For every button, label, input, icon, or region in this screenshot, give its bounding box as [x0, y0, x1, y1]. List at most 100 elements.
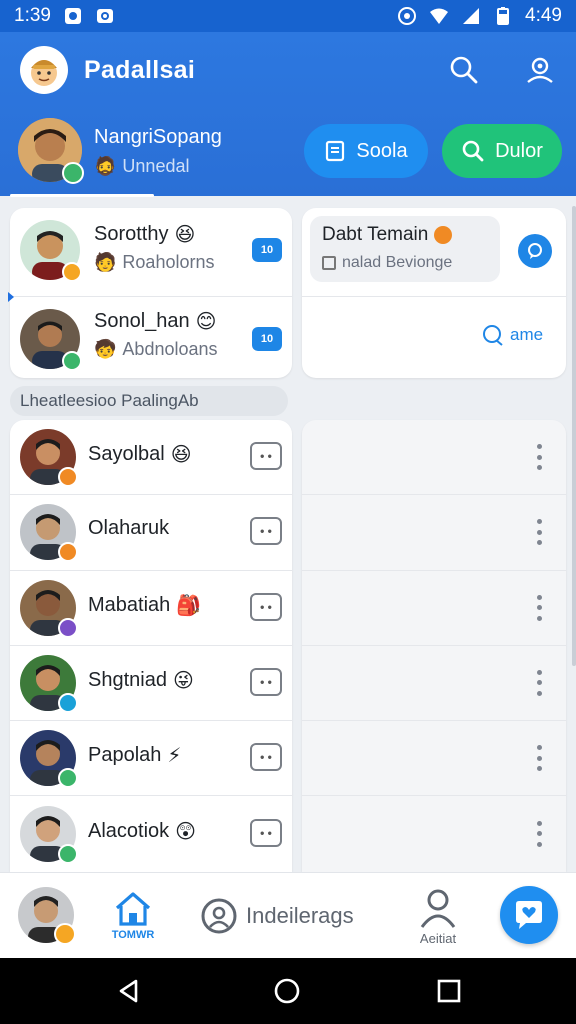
- recents-icon[interactable]: [436, 978, 462, 1004]
- account-icon: [527, 57, 553, 83]
- detail-row[interactable]: [302, 797, 566, 872]
- status-badge: [58, 843, 78, 864]
- profile-avatar[interactable]: [18, 118, 84, 184]
- status-badge: [58, 467, 78, 487]
- home-circle-icon[interactable]: [274, 978, 300, 1004]
- detail-row[interactable]: [302, 721, 566, 797]
- info-bubble[interactable]: Dabt Temain nalad Bevionge: [310, 216, 500, 282]
- chat-dots-icon: • •: [260, 674, 272, 689]
- more-options-icon[interactable]: [536, 820, 542, 847]
- detail-row[interactable]: [302, 495, 566, 571]
- message-button[interactable]: • •: [250, 517, 282, 546]
- nav-home[interactable]: TOMWR: [108, 889, 158, 949]
- more-options-icon[interactable]: [536, 745, 542, 772]
- more-options-icon[interactable]: [536, 594, 542, 621]
- search-button[interactable]: [446, 52, 482, 88]
- status-clock-right: 4:49: [525, 5, 562, 26]
- app-logo[interactable]: [20, 46, 68, 94]
- status-badge: [58, 542, 78, 563]
- wink-emoji-icon: 😜: [172, 669, 194, 692]
- nav-profile[interactable]: Aeitiat: [410, 887, 466, 951]
- bottom-nav: TOMWR Indeilerags Aeitiat: [0, 872, 576, 958]
- more-options-icon[interactable]: [536, 519, 542, 546]
- detail-row[interactable]: [302, 646, 566, 722]
- chat-button[interactable]: [518, 234, 552, 268]
- secondary-pill-button[interactable]: Dulor: [442, 124, 562, 178]
- emoji-icon: 🧒: [94, 339, 117, 359]
- shock-emoji-icon: 😲: [175, 820, 197, 843]
- status-badge: [58, 692, 78, 713]
- message-button[interactable]: • •: [250, 592, 282, 621]
- primary-pill-button[interactable]: Soola: [304, 124, 428, 178]
- new-message-button[interactable]: [500, 886, 558, 944]
- more-options-icon[interactable]: [536, 444, 542, 470]
- chat-dots-icon: • •: [260, 750, 272, 765]
- contact-name: Papolah ⚡: [88, 744, 182, 768]
- search-icon: [450, 56, 478, 84]
- list-item[interactable]: Olaharuk • •: [10, 495, 292, 571]
- system-nav-bar: [0, 958, 576, 1024]
- emoji-icon: 😆: [174, 224, 196, 246]
- nav-profile-avatar[interactable]: [18, 887, 76, 945]
- back-icon[interactable]: [116, 978, 142, 1004]
- status-badge: [58, 768, 78, 789]
- list-item[interactable]: Mabatiah 🎒 • •: [10, 571, 292, 646]
- contacts-detail-list: [302, 420, 566, 872]
- mascot-icon: [31, 60, 57, 86]
- section-title: Lheatleesioo PaalingAb: [10, 386, 288, 416]
- message-button[interactable]: • •: [250, 667, 282, 696]
- more-options-icon[interactable]: [536, 669, 542, 696]
- account-button[interactable]: [522, 52, 558, 88]
- list-item[interactable]: Alacotiok 😲 • •: [10, 797, 292, 872]
- message-button[interactable]: • •: [250, 743, 282, 772]
- home-icon: [115, 892, 151, 926]
- document-icon: [326, 140, 345, 162]
- emoji-icon: 🧔: [94, 156, 117, 176]
- top-contacts-card: Sorotthy 😆 🧑 Roaholorns 10 Sonol_han 😊 🧒 Abd…: [10, 208, 292, 378]
- secondary-pill-label: Dulor: [495, 139, 543, 162]
- status-badge: [58, 617, 78, 638]
- notification-icon: [64, 8, 81, 24]
- count-badge: 10: [252, 238, 282, 262]
- contact-name: Shgtniad 😜: [88, 668, 194, 692]
- list-item[interactable]: Shgtniad 😜 • •: [10, 646, 292, 722]
- nav-middle-label: Indeilerags: [246, 903, 354, 928]
- divider: [302, 296, 566, 297]
- explore-icon: [201, 898, 237, 934]
- scrollbar[interactable]: [572, 206, 576, 666]
- message-heart-icon: [516, 901, 542, 929]
- battery-icon: [497, 7, 510, 25]
- list-item[interactable]: Sonol_han 😊 🧒 Abdnoloans 10: [10, 297, 292, 378]
- reply-link-label: ame: [510, 325, 544, 344]
- nav-middle[interactable]: Indeilerags: [200, 897, 354, 935]
- status-badge: [62, 262, 82, 282]
- grin-emoji-icon: 😆: [170, 444, 192, 466]
- status-badge: [62, 351, 82, 371]
- list-item[interactable]: Papolah ⚡ • •: [10, 721, 292, 797]
- profile-name: NangriSopang: [94, 126, 222, 148]
- selection-indicator: [8, 292, 14, 302]
- detail-row[interactable]: [302, 571, 566, 646]
- primary-pill-label: Soola: [356, 139, 408, 162]
- wifi-icon: [430, 8, 449, 24]
- message-button[interactable]: • •: [250, 442, 282, 470]
- reply-link[interactable]: ame: [482, 324, 543, 346]
- comment-icon: [483, 325, 503, 346]
- detail-row[interactable]: [302, 420, 566, 496]
- info-title: Dabt Temain: [322, 224, 453, 246]
- avatar: [20, 805, 78, 864]
- message-button[interactable]: • •: [250, 818, 282, 847]
- emoji-icon: 😊: [195, 311, 217, 333]
- contact-sub: 🧒 Abdnoloans: [94, 339, 218, 359]
- list-item[interactable]: Sayolbal 😆 • •: [10, 420, 292, 496]
- chat-dots-icon: • •: [260, 524, 272, 539]
- signal-icon: [463, 8, 480, 24]
- status-time: 1:39: [14, 5, 51, 26]
- camera-icon: [96, 9, 113, 23]
- profile-subtitle-text: Unnedal: [122, 156, 190, 176]
- hotspot-icon: [398, 7, 417, 25]
- avatar: [20, 429, 78, 487]
- status-badge: [54, 923, 76, 945]
- active-tab-indicator: [10, 194, 154, 197]
- list-item[interactable]: Sorotthy 😆 🧑 Roaholorns 10: [10, 208, 292, 296]
